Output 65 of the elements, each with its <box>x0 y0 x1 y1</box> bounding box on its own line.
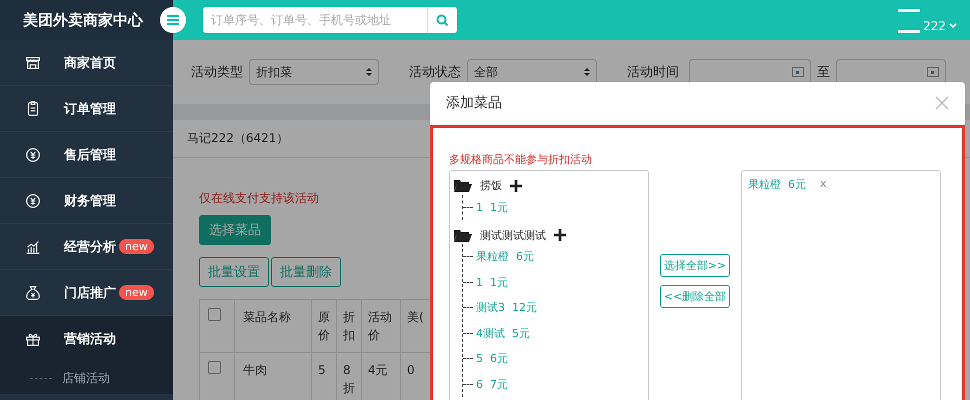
select-dishes-button[interactable]: 选择菜品 <box>199 215 271 245</box>
column-header: 菜品名称 <box>234 300 312 352</box>
dish-item[interactable]: 1 1元 <box>476 274 508 290</box>
checkbox[interactable] <box>208 361 221 374</box>
search-field[interactable]: 订单序号、订单号、手机号或地址 <box>203 7 457 33</box>
search-button[interactable] <box>427 7 457 33</box>
avatar-icon <box>897 7 922 33</box>
remove-link[interactable]: x <box>820 176 827 192</box>
table-cell: 4元 <box>362 352 400 400</box>
new-badge: new <box>119 285 154 300</box>
category-label[interactable]: 测试测试测试 <box>480 228 546 242</box>
batch-button[interactable]: 批量删除 <box>271 257 341 287</box>
sidebar-label: 售后管理 <box>64 146 116 164</box>
sidebar-label: 商家首页 <box>64 54 116 72</box>
sidebar-icon <box>24 146 42 164</box>
filter-label: 活动状态 <box>409 64 461 81</box>
calendar-icon <box>927 67 939 77</box>
dish-item[interactable]: 1 1元 <box>476 200 508 215</box>
filter-label: 活动类型 <box>191 64 243 81</box>
table-cell: 5 <box>312 352 336 400</box>
brand-title: 美团外卖商家中心 <box>0 0 173 40</box>
range-separator: 至 <box>817 64 830 81</box>
folder-icon <box>454 228 472 242</box>
column-header: 折扣 <box>336 300 362 352</box>
sidebar-label: 门店推广 <box>64 284 116 302</box>
dish-item[interactable]: 果粒橙 6元 <box>476 249 534 264</box>
activity-type-select[interactable]: 折扣菜 <box>249 59 379 85</box>
dish-item[interactable]: 6 7元 <box>476 376 508 392</box>
checkbox[interactable] <box>208 308 221 321</box>
search-icon <box>436 14 449 26</box>
remove-all-button[interactable]: <<删除全部 <box>660 284 730 308</box>
sidebar-icon <box>24 192 42 210</box>
new-badge: new <box>119 239 154 254</box>
user-name[interactable]: 222 <box>923 19 946 33</box>
selected-dish: 果粒橙 6元 <box>748 176 806 192</box>
menu-icon[interactable] <box>160 7 186 33</box>
sidebar-subitem[interactable]: 店铺活动 <box>0 362 173 394</box>
filter-label: 活动时间 <box>627 64 679 81</box>
close-icon <box>935 96 949 110</box>
sidebar-icon <box>24 284 42 302</box>
sidebar-label: 财务管理 <box>64 192 116 210</box>
column-header: 原价 <box>312 300 336 352</box>
plus-icon[interactable] <box>554 229 566 241</box>
table-cell: 8折 <box>336 352 362 400</box>
table-cell: 牛肉 <box>234 352 312 400</box>
select-arrows-icon <box>584 67 590 77</box>
dish-item[interactable]: 5 6元 <box>476 351 508 366</box>
chevron-down-icon[interactable] <box>948 21 958 31</box>
column-header: 活动价 <box>362 300 400 352</box>
plus-icon[interactable] <box>510 180 522 192</box>
dish-item[interactable]: 4测试 5元 <box>476 326 530 341</box>
select-all-button[interactable]: 选择全部>> <box>660 254 730 276</box>
sidebar-label: 经营分析 <box>64 238 116 256</box>
sidebar-item[interactable]: 经营分析 new <box>0 224 173 270</box>
sidebar-item[interactable]: 营销活动 <box>0 316 173 362</box>
sidebar-label: 订单管理 <box>64 100 116 118</box>
dialog-title: 添加菜品 <box>446 94 502 112</box>
select-arrows-icon <box>366 67 372 77</box>
batch-button[interactable]: 批量设置 <box>199 257 269 287</box>
calendar-icon <box>792 67 804 77</box>
dish-item[interactable]: 测试3 12元 <box>476 300 537 316</box>
close-button[interactable] <box>935 96 949 110</box>
category-label[interactable]: 捞饭 <box>480 178 502 193</box>
folder-icon <box>454 179 472 192</box>
sidebar-label: 营销活动 <box>64 331 116 348</box>
